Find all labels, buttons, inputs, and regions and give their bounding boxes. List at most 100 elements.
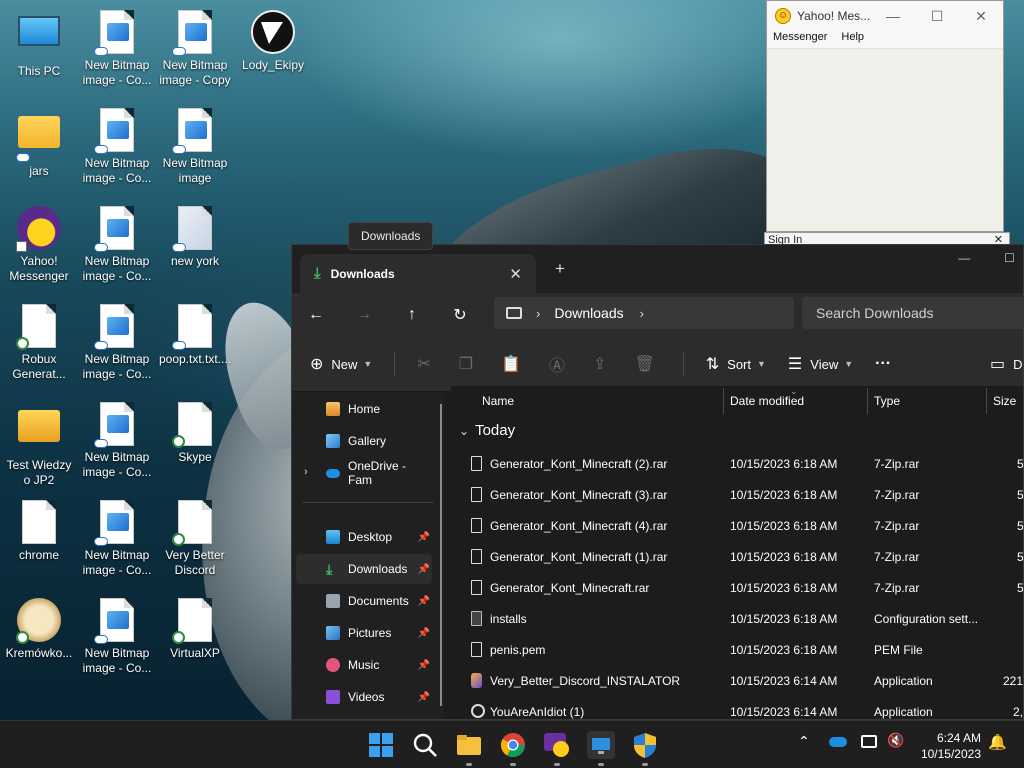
details-pane-button[interactable]: ▭ D	[990, 354, 1023, 374]
table-row[interactable]: installs 10/15/2023 6:18 AM Configuratio…	[451, 604, 1023, 635]
desktop-icon-bitmap-copy-3[interactable]: New Bitmap image - Co...	[78, 206, 156, 284]
table-row[interactable]: Generator_Kont_Minecraft (1).rar 10/15/2…	[451, 542, 1023, 573]
sidebar-item-onedrive[interactable]: OneDrive - Fam	[296, 458, 432, 488]
column-header-type[interactable]: Type	[874, 386, 900, 416]
column-divider[interactable]	[986, 388, 987, 414]
sidebar-item-music[interactable]: Music 📌	[296, 650, 432, 680]
desktop-icon-bitmap-copy-2[interactable]: New Bitmap image - Co...	[78, 108, 156, 186]
network-icon[interactable]	[861, 735, 877, 748]
desktop-icon-lody-ekipy[interactable]: Lody_Ekipy	[234, 10, 312, 73]
up-button[interactable]: ↑	[388, 306, 436, 324]
copy-icon[interactable]: ❐	[459, 354, 473, 374]
desktop-icon-skype[interactable]: Skype	[156, 402, 234, 465]
sidebar-item-desktop[interactable]: Desktop 📌	[296, 522, 432, 552]
start-button[interactable]	[367, 731, 395, 759]
desktop-icon-bitmap-copy-5[interactable]: New Bitmap image - Co...	[78, 402, 156, 480]
minimize-button[interactable]: —	[958, 251, 970, 265]
file-type: Configuration sett...	[874, 612, 979, 626]
desktop-icon-yahoo-messenger[interactable]: Yahoo! Messenger	[0, 206, 78, 284]
file-icon	[471, 456, 482, 471]
desktop-icon-bitmap-copy-4[interactable]: New Bitmap image - Co...	[78, 304, 156, 382]
taskbar-chrome[interactable]	[499, 731, 527, 759]
desktop-icon-label: Lody_Ekipy	[241, 58, 305, 72]
sidebar-item-documents[interactable]: Documents 📌	[296, 586, 432, 616]
table-row[interactable]: penis.pem 10/15/2023 6:18 AM PEM File	[451, 635, 1023, 666]
tab-close-button[interactable]: ✕	[509, 265, 522, 283]
more-options-button[interactable]: ···	[875, 355, 891, 373]
show-hidden-icons-button[interactable]: ⌃	[798, 733, 810, 750]
onedrive-tray-icon[interactable]	[829, 737, 847, 747]
menu-help[interactable]: Help	[841, 31, 864, 48]
cut-icon[interactable]: ✂	[417, 354, 430, 374]
desktop-icon-new-york[interactable]: new york	[156, 206, 234, 269]
desktop-icon-bitmap-copy-6[interactable]: New Bitmap image - Co...	[78, 500, 156, 578]
column-header-size[interactable]: Size	[993, 386, 1016, 416]
table-row[interactable]: YouAreAnIdiot (1) 10/15/2023 6:14 AM App…	[451, 697, 1023, 719]
column-header-name[interactable]: Name	[482, 386, 514, 416]
table-row[interactable]: Generator_Kont_Minecraft (3).rar 10/15/2…	[451, 480, 1023, 511]
refresh-button[interactable]: ↻	[436, 305, 484, 325]
sort-button[interactable]: ⇅ Sort ▼	[706, 354, 766, 374]
breadcrumb-downloads[interactable]: Downloads	[554, 305, 623, 321]
desktop-icon-jars[interactable]: jars	[0, 108, 78, 179]
yahoo-titlebar[interactable]: ☺ Yahoo! Mes... — ☐ ✕	[767, 1, 1003, 31]
sidebar-item-home[interactable]: Home	[296, 394, 432, 424]
share-icon[interactable]: ⇪	[593, 354, 606, 374]
taskbar-remote-desktop[interactable]	[587, 731, 615, 759]
file-explorer-window[interactable]: ⤓ Downloads ✕ + — ☐ ← → ↑ ↻ › Downloads …	[291, 244, 1024, 720]
forward-button[interactable]: →	[340, 306, 388, 324]
rename-icon[interactable]: Ⓐ	[549, 352, 565, 376]
desktop-icon-poop-txt[interactable]: poop.txt.txt....	[156, 304, 234, 367]
search-button[interactable]	[411, 731, 439, 759]
address-bar[interactable]: › Downloads ›	[494, 297, 794, 329]
desktop-icon-bitmap-copy[interactable]: New Bitmap image - Copy	[156, 10, 234, 88]
taskbar-file-explorer[interactable]	[455, 731, 483, 759]
delete-icon[interactable]: 🗑	[634, 354, 654, 374]
desktop-icon-bitmap-copy-7[interactable]: New Bitmap image - Co...	[78, 598, 156, 676]
taskbar-windows-security[interactable]	[631, 731, 659, 759]
desktop-icon-test-wiedzy[interactable]: Test Wiedzy o JP2	[0, 402, 78, 488]
notification-bell-icon[interactable]: 🔔	[988, 733, 1007, 751]
column-divider[interactable]	[867, 388, 868, 414]
file-icon	[172, 500, 218, 546]
desktop-icon-chrome[interactable]: chrome	[0, 500, 78, 563]
desktop-icon-robux-generator[interactable]: Robux Generat...	[0, 304, 78, 382]
taskbar-yahoo-messenger[interactable]	[543, 731, 571, 759]
desktop-icon-bitmap-copy-1[interactable]: New Bitmap image - Co...	[78, 10, 156, 88]
tab-downloads[interactable]: ⤓ Downloads ✕	[300, 254, 536, 293]
sidebar-item-gallery[interactable]: Gallery	[296, 426, 432, 456]
menu-messenger[interactable]: Messenger	[773, 31, 827, 48]
table-row[interactable]: Generator_Kont_Minecraft (2).rar 10/15/2…	[451, 449, 1023, 480]
desktop-icon-virtualxp[interactable]: VirtualXP	[156, 598, 234, 661]
maximize-button[interactable]: ☐	[1004, 251, 1015, 265]
desktop-icon-bitmap[interactable]: New Bitmap image	[156, 108, 234, 186]
table-row[interactable]: Generator_Kont_Minecraft (4).rar 10/15/2…	[451, 511, 1023, 542]
chevron-right-icon[interactable]: ›	[536, 306, 540, 321]
view-button[interactable]: ☰ View ▼	[788, 354, 853, 374]
desktop-icon-this-pc[interactable]: This PC	[0, 10, 78, 79]
desktop-icon-label: jars	[29, 164, 49, 178]
running-indicator	[466, 763, 472, 766]
close-button[interactable]: ✕	[959, 8, 1003, 25]
search-input[interactable]: Search Downloads	[802, 297, 1023, 329]
yahoo-messenger-window[interactable]: ☺ Yahoo! Mes... — ☐ ✕ Messenger Help	[766, 0, 1004, 232]
chevron-right-icon[interactable]: ›	[640, 306, 644, 321]
column-divider[interactable]	[723, 388, 724, 414]
desktop-icon-kremowko[interactable]: Kremówko...	[0, 598, 78, 661]
group-header-today[interactable]: ⌄ Today	[459, 422, 515, 439]
sidebar-item-videos[interactable]: Videos 📌	[296, 682, 432, 712]
desktop-icon-very-better-discord[interactable]: Very Better Discord	[156, 500, 234, 578]
maximize-button[interactable]: ☐	[915, 8, 959, 25]
table-row[interactable]: Very_Better_Discord_INSTALATOR 10/15/202…	[451, 666, 1023, 697]
sidebar-scrollbar[interactable]	[440, 404, 442, 706]
paste-icon[interactable]: 📋	[501, 354, 521, 374]
minimize-button[interactable]: —	[871, 8, 915, 25]
system-clock[interactable]: 6:24 AM 10/15/2023	[921, 730, 981, 762]
table-row[interactable]: Generator_Kont_Minecraft.rar 10/15/2023 …	[451, 573, 1023, 604]
volume-muted-icon[interactable]: 🔇	[887, 732, 904, 749]
back-button[interactable]: ←	[292, 306, 340, 324]
sidebar-item-pictures[interactable]: Pictures 📌	[296, 618, 432, 648]
sidebar-item-downloads[interactable]: ⤓ Downloads 📌	[296, 554, 432, 584]
new-tab-button[interactable]: +	[555, 259, 565, 279]
new-button[interactable]: ⊕ New ▼	[310, 354, 372, 374]
